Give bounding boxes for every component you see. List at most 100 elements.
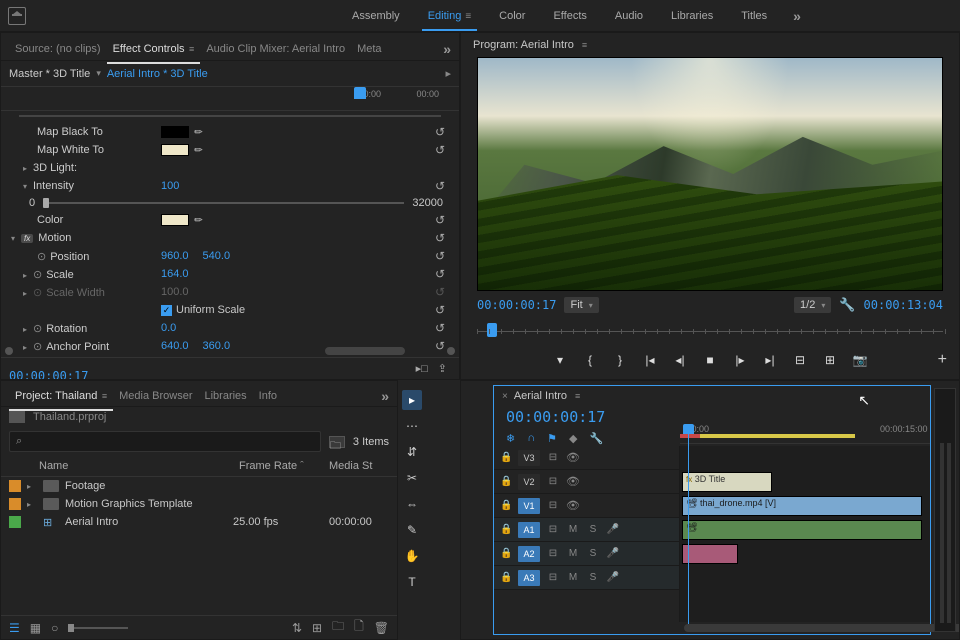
list-view-icon[interactable]: ☰ [9,621,20,635]
timeline-ruler[interactable]: :00:00 00:00:15:00 [680,424,930,444]
color-swatch[interactable] [161,214,189,226]
marker-icon[interactable]: ⚑ [547,432,557,445]
label-color-chip[interactable] [9,480,21,492]
position-y[interactable]: 540.0 [203,250,231,262]
tabs-overflow-icon[interactable]: » [381,388,389,404]
reset-icon[interactable]: ↺ [431,179,449,193]
zoom-slider[interactable] [68,627,128,629]
tab-media-browser[interactable]: Media Browser [113,386,198,406]
search-input[interactable]: ⌕ [9,431,321,452]
resolution-dropdown[interactable]: 1/2▾ [794,297,831,313]
linked-selection-icon[interactable]: ∩ [527,432,535,445]
step-forward-icon[interactable]: |▸ [732,353,748,367]
extract-icon[interactable]: ⊞ [822,353,838,367]
fx-badge-icon[interactable]: fx [21,234,33,243]
selection-tool-icon[interactable]: ▸ [402,390,422,410]
intensity-slider[interactable]: 0 32000 [9,195,451,211]
track-name[interactable]: V2 [518,474,540,490]
solo-icon[interactable]: S [586,572,600,583]
track-header-v1[interactable]: 🔒V1⊟👁 [494,494,679,518]
scroll-handle-icon[interactable] [447,347,455,355]
mic-icon[interactable]: 🎤 [606,524,620,535]
slider-thumb[interactable] [43,198,49,208]
timeline-playhead[interactable] [688,424,689,624]
sequence-name[interactable]: Aerial Intro [514,390,567,402]
lift-icon[interactable]: ⊟ [792,353,808,367]
snap-icon[interactable]: ❄ [506,432,515,445]
lock-icon[interactable]: 🔒 [500,572,512,583]
color-swatch[interactable] [161,126,189,138]
workspace-tab-audio[interactable]: Audio [601,2,657,30]
export-frame-icon[interactable]: ⇪ [438,362,447,375]
position-x[interactable]: 960.0 [161,250,189,262]
reset-icon[interactable]: ↺ [431,267,449,281]
ripple-edit-tool-icon[interactable]: ⇵ [402,442,422,462]
scroll-handle-icon[interactable] [5,347,13,355]
hand-tool-icon[interactable]: ✋ [402,546,422,566]
go-to-in-icon[interactable]: |◂ [642,353,658,367]
track-header-a2[interactable]: 🔒A2⊟MS🎤 [494,542,679,566]
clip-audio-1[interactable]: 📽 [682,520,922,540]
tab-libraries[interactable]: Libraries [198,386,252,406]
button-editor-icon[interactable]: + [938,351,947,369]
track-name[interactable]: V3 [518,450,540,466]
mute-icon[interactable]: M [566,572,580,583]
freeform-view-icon[interactable]: ○ [51,621,58,635]
chevron-right-icon[interactable]: ▸ [27,482,37,491]
export-frame-icon[interactable]: 📷 [852,353,868,367]
pen-tool-icon[interactable]: ✎ [402,520,422,540]
rotation-value[interactable]: 0.0 [161,322,176,334]
eye-icon[interactable]: 👁 [566,475,580,488]
playhead-icon[interactable] [354,87,366,99]
lock-icon[interactable]: 🔒 [500,476,512,487]
panel-menu-icon[interactable]: ≡ [582,40,587,50]
reset-icon[interactable]: ↺ [431,303,449,317]
solo-icon[interactable]: S [586,548,600,559]
chevron-down-icon[interactable]: ▾ [96,68,101,79]
settings-icon[interactable]: 🔧 [839,297,855,313]
close-icon[interactable]: × [502,391,508,402]
tab-info[interactable]: Info [253,386,283,406]
tab-audio-clip-mixer[interactable]: Audio Clip Mixer: Aerial Intro [200,39,351,59]
tab-metadata[interactable]: Meta [351,39,387,59]
scale-value[interactable]: 164.0 [161,268,189,280]
label-color-chip[interactable] [9,498,21,510]
trash-icon[interactable]: 🗑 [374,621,389,635]
project-row[interactable]: ▸ Footage [1,477,397,495]
eyedropper-icon[interactable]: ✎ [192,143,206,157]
play-icon[interactable]: ■ [702,353,718,367]
project-row[interactable]: ⊞ Aerial Intro 25.00 fps 00:00:00 [1,513,397,531]
timeline-content[interactable]: :00:00 00:00:15:00 fx 3D Title 📽 thai_dr… [680,446,930,622]
track-target-icon[interactable]: ⊟ [546,500,560,511]
play-arrow-icon[interactable]: ▸ [445,67,451,80]
lock-icon[interactable]: 🔒 [500,452,512,463]
tab-project[interactable]: Project: Thailand ≡ [9,386,113,406]
ec-scrollbar[interactable] [5,347,455,357]
workspace-tab-titles[interactable]: Titles [727,2,781,30]
panel-menu-icon[interactable]: ≡ [99,391,107,401]
add-marker-icon[interactable]: ▾ [552,353,568,367]
workspace-tab-editing[interactable]: Editing≡ [414,2,485,30]
reset-icon[interactable]: ↺ [431,213,449,227]
sequence-settings-icon[interactable]: ◆ [569,432,577,445]
tabs-overflow-icon[interactable]: » [443,41,451,57]
home-icon[interactable] [8,7,26,25]
project-row[interactable]: ▸ Motion Graphics Template [1,495,397,513]
current-timecode[interactable]: 00:00:00:17 [477,298,556,312]
eyedropper-icon[interactable]: ✎ [192,125,206,139]
panel-menu-icon[interactable]: ≡ [575,391,580,401]
slip-tool-icon[interactable]: ⇔ [402,494,422,514]
track-header-a3[interactable]: 🔒A3⊟MS🎤 [494,566,679,590]
track-target-icon[interactable]: ⊟ [546,548,560,559]
reset-icon[interactable]: ↺ [431,321,449,335]
track-target-icon[interactable]: ⊟ [546,476,560,487]
effect-controls-ruler[interactable]: :00:00 00:00 [1,87,459,111]
reset-icon[interactable]: ↺ [431,249,449,263]
eye-icon[interactable]: 👁 [566,499,580,512]
mic-icon[interactable]: 🎤 [606,572,620,583]
track-header-v3[interactable]: 🔒V3⊟👁 [494,446,679,470]
scroll-thumb[interactable] [325,347,405,355]
overflow-icon[interactable]: » [793,8,801,24]
go-to-out-icon[interactable]: ▸| [762,353,778,367]
reset-icon[interactable]: ↺ [431,125,449,139]
